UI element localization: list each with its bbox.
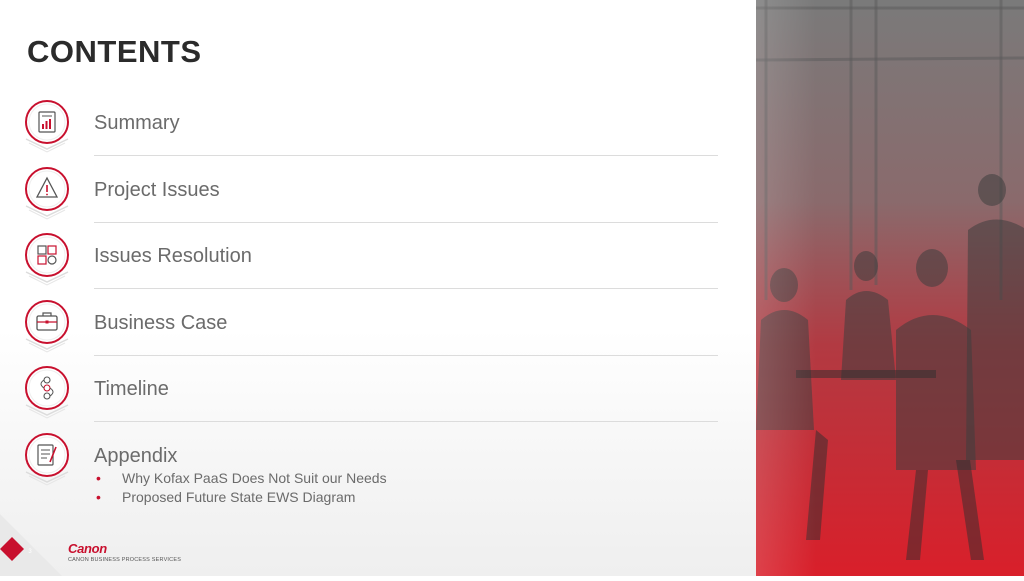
appendix-subitem-label: Proposed Future State EWS Diagram [122, 489, 356, 505]
meeting-photo [756, 0, 1024, 576]
contents-item-label: Timeline [94, 378, 169, 400]
divider [94, 222, 718, 223]
contents-item-label: Project Issues [94, 179, 220, 201]
report-chart-icon [20, 98, 74, 154]
brand-tagline: CANON BUSINESS PROCESS SERVICES [68, 557, 182, 563]
contents-item-label: Appendix [94, 445, 178, 467]
list-item: • Proposed Future State EWS Diagram [94, 488, 387, 507]
contents-item-label: Business Case [94, 312, 228, 334]
divider [94, 288, 718, 289]
puzzle-grid-icon [20, 231, 74, 287]
appendix-subitem-label: Why Kofax PaaS Does Not Suit our Needs [122, 470, 387, 486]
document-pen-icon [20, 431, 74, 487]
divider [94, 421, 718, 422]
bullet: • [96, 489, 101, 505]
warning-triangle-icon [20, 165, 74, 221]
timeline-steps-icon [20, 364, 74, 420]
bullet: • [96, 470, 101, 486]
contents-item-label: Issues Resolution [94, 245, 252, 267]
page-corner [0, 514, 62, 576]
slide-title: CONTENTS [27, 34, 202, 69]
divider [94, 155, 718, 156]
page-number: 3 [28, 549, 32, 555]
slide: CONTENTS Summary Project Issues Issues R… [0, 0, 1024, 576]
contents-item-label: Summary [94, 112, 180, 134]
canon-logo: Canon [68, 541, 107, 556]
briefcase-icon [20, 298, 74, 354]
appendix-subitems: • Why Kofax PaaS Does Not Suit our Needs … [94, 469, 387, 507]
list-item: • Why Kofax PaaS Does Not Suit our Needs [94, 469, 387, 488]
divider [94, 355, 718, 356]
